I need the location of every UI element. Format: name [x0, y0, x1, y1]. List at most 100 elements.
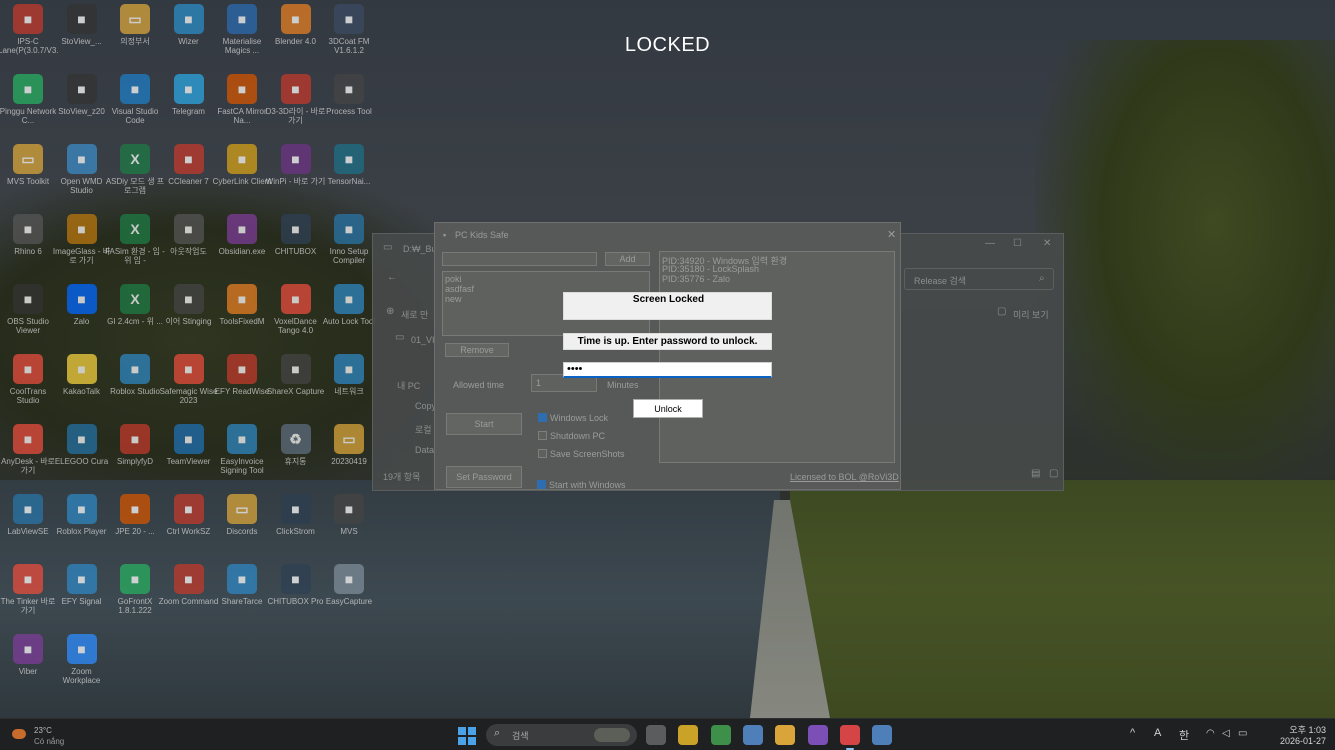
desktop-icon[interactable]: X GI 2.4cm - 위 ...: [107, 284, 163, 350]
desktop-icon[interactable]: ■ CoolTrans Studio: [0, 354, 56, 420]
notepad-icon[interactable]: [742, 725, 763, 745]
desktop-icon[interactable]: ■ LabViewSE: [0, 494, 56, 560]
sticky-notes-icon[interactable]: [678, 725, 699, 745]
tray-chevron-icon[interactable]: ^: [1130, 727, 1135, 739]
desktop-icon[interactable]: ■ SimplyfyD: [107, 424, 163, 490]
desktop-icon[interactable]: ▭ Discords: [214, 494, 270, 560]
windows-lock-checkbox: [538, 413, 547, 422]
desktop-icon[interactable]: ▭ MVS Toolkit: [0, 144, 56, 210]
desktop-icon[interactable]: ■ TensorNai...: [321, 144, 377, 210]
desktop-icon[interactable]: ■ MVS: [321, 494, 377, 560]
desktop-icon[interactable]: ■ Inno Setup Compiler: [321, 214, 377, 280]
desktop-icon[interactable]: ■ CHITUBOX: [268, 214, 324, 280]
battery-icon[interactable]: ▭: [1238, 728, 1247, 739]
desktop-icon[interactable]: ■ Roblox Studio: [107, 354, 163, 420]
desktop-icon[interactable]: ■ Telegram: [161, 74, 217, 140]
desktop-icon[interactable]: ■ FastCA Mirror Na...: [214, 74, 270, 140]
desktop-icon[interactable]: ■ TeamViewer: [161, 424, 217, 490]
maximize-icon: ☐: [1013, 238, 1022, 249]
desktop-icon[interactable]: ■ Ctrl WorkSZ: [161, 494, 217, 560]
close-icon: ✕: [887, 229, 897, 241]
desktop-icon-grid: ■IPS-C Lane(P(3.0.7/V3.0.2)■StoView_...▭…: [0, 0, 380, 700]
desktop-icon[interactable]: ■ JPE 20 - ...: [107, 494, 163, 560]
pc-kids-safe-icon[interactable]: [839, 725, 860, 750]
desktop-icon[interactable]: ■ GoFrontX 1.8.1.222: [107, 564, 163, 630]
password-field[interactable]: ••••: [563, 362, 772, 378]
desktop-icon[interactable]: ■ 이어 Stinging: [161, 284, 217, 350]
desktop-icon[interactable]: ■ ELEGOO Cura: [54, 424, 110, 490]
visual-studio-icon[interactable]: [807, 725, 828, 745]
ime-indicator[interactable]: 한: [1179, 727, 1189, 743]
desktop-icon[interactable]: ■ Zoom Command: [159, 564, 218, 630]
folder-icon: ▭: [395, 332, 405, 343]
clock-date[interactable]: 2026-01-27: [1256, 736, 1326, 746]
folder-icon: ▭: [383, 242, 393, 253]
desktop-icon[interactable]: ■ Auto Lock Tool: [321, 284, 377, 350]
desktop-icon-label: GoFrontX 1.8.1.222: [117, 597, 153, 615]
desktop-icon[interactable]: ■ Visual Studio Code: [107, 74, 163, 140]
desktop-icon[interactable]: ■ The Tinker 바로 가기: [0, 564, 56, 630]
app-icon: ■: [120, 354, 150, 384]
search-label: 검색: [512, 731, 529, 741]
desktop-icon[interactable]: ■ Obsidian.exe: [214, 214, 270, 280]
explorer-tree-item: Copy: [415, 401, 437, 411]
desktop-icon[interactable]: ■ Open WMD Studio: [54, 144, 110, 210]
desktop-icon[interactable]: ■ ShareTarce: [214, 564, 270, 630]
weather-desc: Có nắng: [34, 737, 65, 746]
desktop-icon[interactable]: ■ Roblox Player: [54, 494, 110, 560]
desktop-icon[interactable]: ■ VoxelDance Tango 4.0: [268, 284, 324, 350]
app-icon: ■: [66, 144, 97, 174]
wifi-icon[interactable]: ◠: [1206, 728, 1215, 739]
desktop-icon[interactable]: ■ Zalo: [54, 284, 110, 350]
task-view-icon[interactable]: [646, 725, 666, 745]
minutes-label: Minutes: [607, 380, 639, 390]
app-icon: ■: [66, 564, 97, 594]
windows-logo-tile: [458, 727, 466, 735]
desktop-icon[interactable]: ■ KakaoTalk: [54, 354, 110, 420]
desktop-icon[interactable]: ■ 아웃작업도: [161, 214, 217, 280]
app-icon: ■: [13, 284, 43, 314]
desktop-icon[interactable]: ■ EFY Signal: [54, 564, 110, 630]
weather-widget[interactable]: 23°C Có nắng: [10, 723, 90, 747]
desktop-icon[interactable]: ■ EFY ReadWise: [214, 354, 270, 420]
desktop-icon[interactable]: ■ ClickStrom: [268, 494, 324, 560]
volume-icon[interactable]: ◁: [1222, 728, 1230, 739]
chrome-icon[interactable]: [710, 725, 731, 745]
desktop-icon-label: 네트워크: [334, 387, 364, 396]
list-item: new: [445, 294, 462, 304]
clock-time[interactable]: 오후 1:03: [1266, 723, 1326, 736]
desktop-icon[interactable]: ■ 네트워크: [321, 354, 377, 420]
desktop-icon[interactable]: ■ EasyInvoice Signing Tool: [214, 424, 270, 490]
taskbar-search[interactable]: ⌕ 검색: [486, 724, 637, 746]
desktop-icon[interactable]: ■ EasyCapture: [321, 564, 377, 630]
desktop-icon[interactable]: ■ CHITUBOX Pro: [267, 564, 324, 630]
file-explorer-icon[interactable]: [775, 725, 796, 745]
desktop-icon[interactable]: ■ Rhino 6: [0, 214, 56, 280]
desktop-icon[interactable]: ■ Viber: [0, 634, 56, 700]
desktop-icon[interactable]: ■ Pinggu Network C...: [0, 74, 56, 140]
app-icon: ■: [280, 564, 311, 594]
desktop-icon[interactable]: ■ OBS Studio Viewer: [0, 284, 56, 350]
desktop-icon[interactable]: ■ CCleaner 7: [161, 144, 217, 210]
desktop-icon[interactable]: ■ Process Tool: [321, 74, 377, 140]
desktop-icon-label: Rhino 6: [14, 247, 42, 256]
desktop-icon[interactable]: ■ ToolsFixedM: [214, 284, 270, 350]
desktop-icon[interactable]: ■ Zoom Workplace: [54, 634, 110, 700]
desktop-icon[interactable]: X FASim 환경 - 임 - 위 임 -: [105, 214, 165, 280]
start-button[interactable]: [458, 727, 476, 745]
unlock-button[interactable]: Unlock: [633, 399, 703, 418]
desktop-icon[interactable]: ▭ 20230419: [321, 424, 377, 490]
tray-font-icon[interactable]: A: [1154, 727, 1161, 739]
lock-app-icon[interactable]: [872, 725, 893, 745]
desktop-icon[interactable]: ■ CyberLink Client: [213, 144, 271, 210]
desktop-icon-label: EasyCapture: [325, 597, 373, 606]
desktop-icon[interactable]: ■ ShareX Capture: [267, 354, 324, 420]
desktop-icon[interactable]: ■ Safemagic Wise 2023: [160, 354, 217, 420]
desktop-icon[interactable]: ♻ 휴지통: [268, 424, 324, 490]
desktop-icon[interactable]: ■ ImageGlass - 바로 가기: [53, 214, 110, 280]
desktop-icon[interactable]: ■ StoView_z20: [54, 74, 110, 140]
desktop-icon[interactable]: ■ AnyDesk - 바로 가기: [0, 424, 56, 490]
desktop-icon[interactable]: X ASDiy 모드 생 프로그램: [106, 144, 164, 210]
desktop-icon[interactable]: ■ WinPi - 바로 가기: [266, 144, 325, 210]
desktop-icon[interactable]: ■ D3-3D라이 - 바로 가기: [266, 74, 325, 140]
